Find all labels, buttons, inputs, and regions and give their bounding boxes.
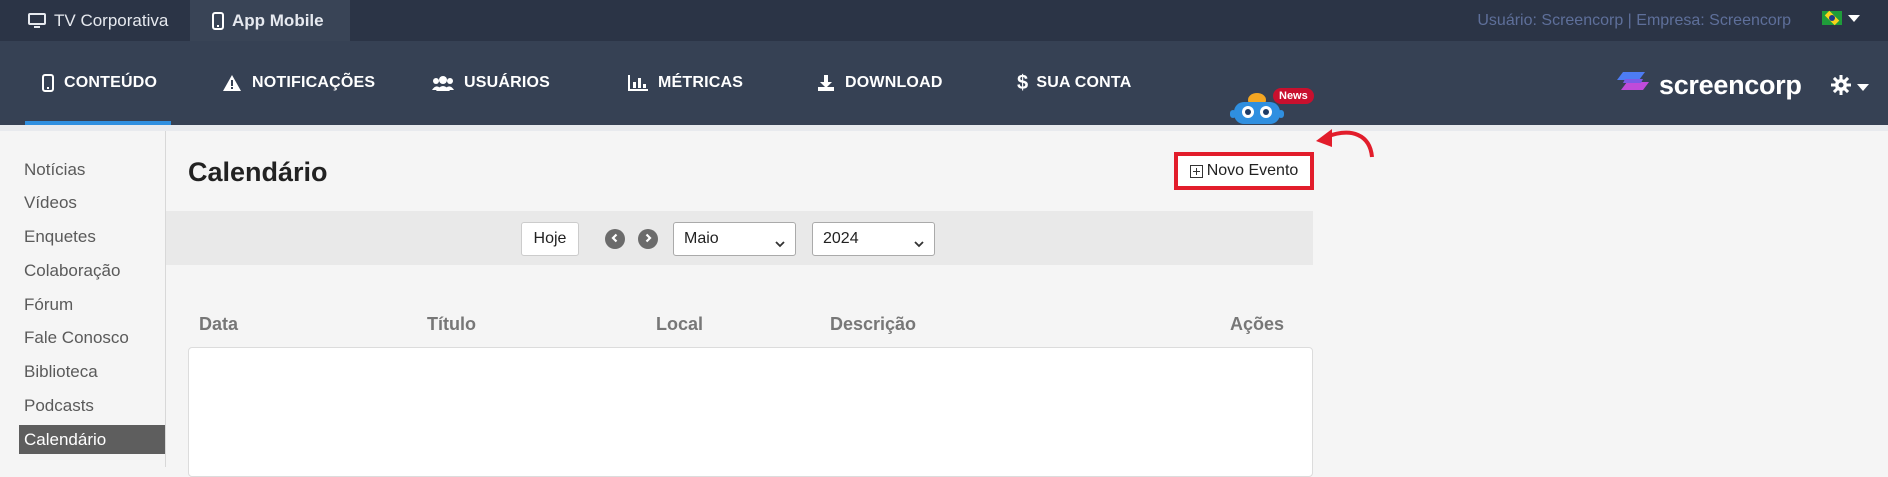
month-value: Maio [684, 230, 719, 247]
nav-item-metricas[interactable]: MÉTRICAS [628, 41, 743, 125]
logo-icon [1615, 70, 1651, 101]
today-button[interactable]: Hoje [521, 222, 579, 256]
warning-icon [222, 74, 242, 92]
nav-item-download[interactable]: DOWNLOAD [817, 41, 943, 125]
sidebar-item-enquetes[interactable]: Enquetes [24, 227, 96, 247]
plus-square-icon [1189, 164, 1203, 178]
download-icon [817, 74, 835, 92]
gear-icon [1831, 75, 1851, 100]
new-event-label: Novo Evento [1206, 162, 1299, 179]
column-header-titulo[interactable]: Título [427, 314, 476, 335]
sidebar-item-videos[interactable]: Vídeos [24, 193, 77, 213]
chevron-down-icon [775, 235, 785, 253]
nav-item-sua-conta[interactable]: $ SUA CONTA [1017, 41, 1131, 125]
new-event-button[interactable]: Novo Evento [1174, 152, 1314, 190]
main-nav: CONTEÚDO NOTIFICAÇÕES USUÁRIOS MÉTRICAS … [0, 41, 1888, 125]
sidebar-item-podcasts[interactable]: Podcasts [24, 396, 94, 416]
mobile-icon [212, 11, 224, 30]
sidebar-item-biblioteca[interactable]: Biblioteca [24, 362, 98, 382]
nav-label: USUÁRIOS [464, 74, 551, 91]
column-header-local[interactable]: Local [656, 314, 703, 335]
sidebar-item-forum[interactable]: Fórum [24, 295, 73, 315]
chevron-down-icon [1857, 84, 1869, 91]
language-selector[interactable] [1822, 11, 1860, 25]
nav-label: MÉTRICAS [658, 74, 744, 91]
sidebar-item-calendario-label: Calendário [24, 430, 107, 449]
column-header-data[interactable]: Data [199, 314, 238, 335]
tab-label: App Mobile [232, 10, 324, 30]
nav-label: DOWNLOAD [845, 74, 943, 91]
brazil-flag-icon [1822, 11, 1842, 25]
tab-tv-corporativa[interactable]: TV Corporativa [28, 0, 168, 41]
month-select[interactable]: Maio [673, 222, 796, 256]
year-select[interactable]: 2024 [812, 222, 935, 256]
screencorp-logo[interactable]: screencorp [1615, 70, 1802, 101]
chevron-right-icon [643, 230, 653, 248]
sidebar-item-colaboracao[interactable]: Colaboração [24, 261, 120, 281]
nav-label: NOTIFICAÇÕES [252, 74, 376, 91]
monitor-icon [28, 12, 46, 29]
settings-menu[interactable] [1831, 75, 1869, 100]
sidebar-item-noticias[interactable]: Notícias [24, 160, 85, 180]
users-icon [432, 75, 454, 91]
next-month-button[interactable] [638, 229, 658, 249]
prev-month-button[interactable] [605, 229, 625, 249]
events-table-body [188, 347, 1313, 477]
nav-item-conteudo[interactable]: CONTEÚDO [42, 41, 157, 125]
tab-app-mobile[interactable]: App Mobile [190, 0, 350, 41]
bar-chart-icon [628, 75, 648, 91]
sidebar-item-fale-conosco[interactable]: Fale Conosco [24, 328, 129, 348]
column-header-acoes: Ações [1230, 314, 1285, 334]
top-bar: TV Corporativa App Mobile Usuário: Scree… [0, 0, 1888, 41]
nav-item-notificacoes[interactable]: NOTIFICAÇÕES [222, 41, 375, 125]
logo-text: screencorp [1659, 70, 1802, 100]
chevron-down-icon [1848, 14, 1860, 22]
nav-label: SUA CONTA [1036, 74, 1132, 91]
annotation-arrow-icon [1312, 123, 1376, 164]
mobile-icon [42, 74, 54, 92]
chevron-left-icon [610, 230, 620, 248]
year-value: 2024 [823, 230, 859, 247]
nav-label: CONTEÚDO [64, 74, 158, 91]
user-info: Usuário: Screencorp | Empresa: Screencor… [1477, 11, 1791, 29]
column-header-descricao[interactable]: Descrição [830, 314, 916, 335]
news-badge[interactable]: News [1273, 88, 1314, 104]
dollar-icon: $ [1017, 71, 1029, 94]
page-title: Calendário [188, 157, 328, 187]
tab-label: TV Corporativa [54, 10, 169, 30]
chevron-down-icon [914, 235, 924, 253]
nav-item-usuarios[interactable]: USUÁRIOS [432, 41, 550, 125]
